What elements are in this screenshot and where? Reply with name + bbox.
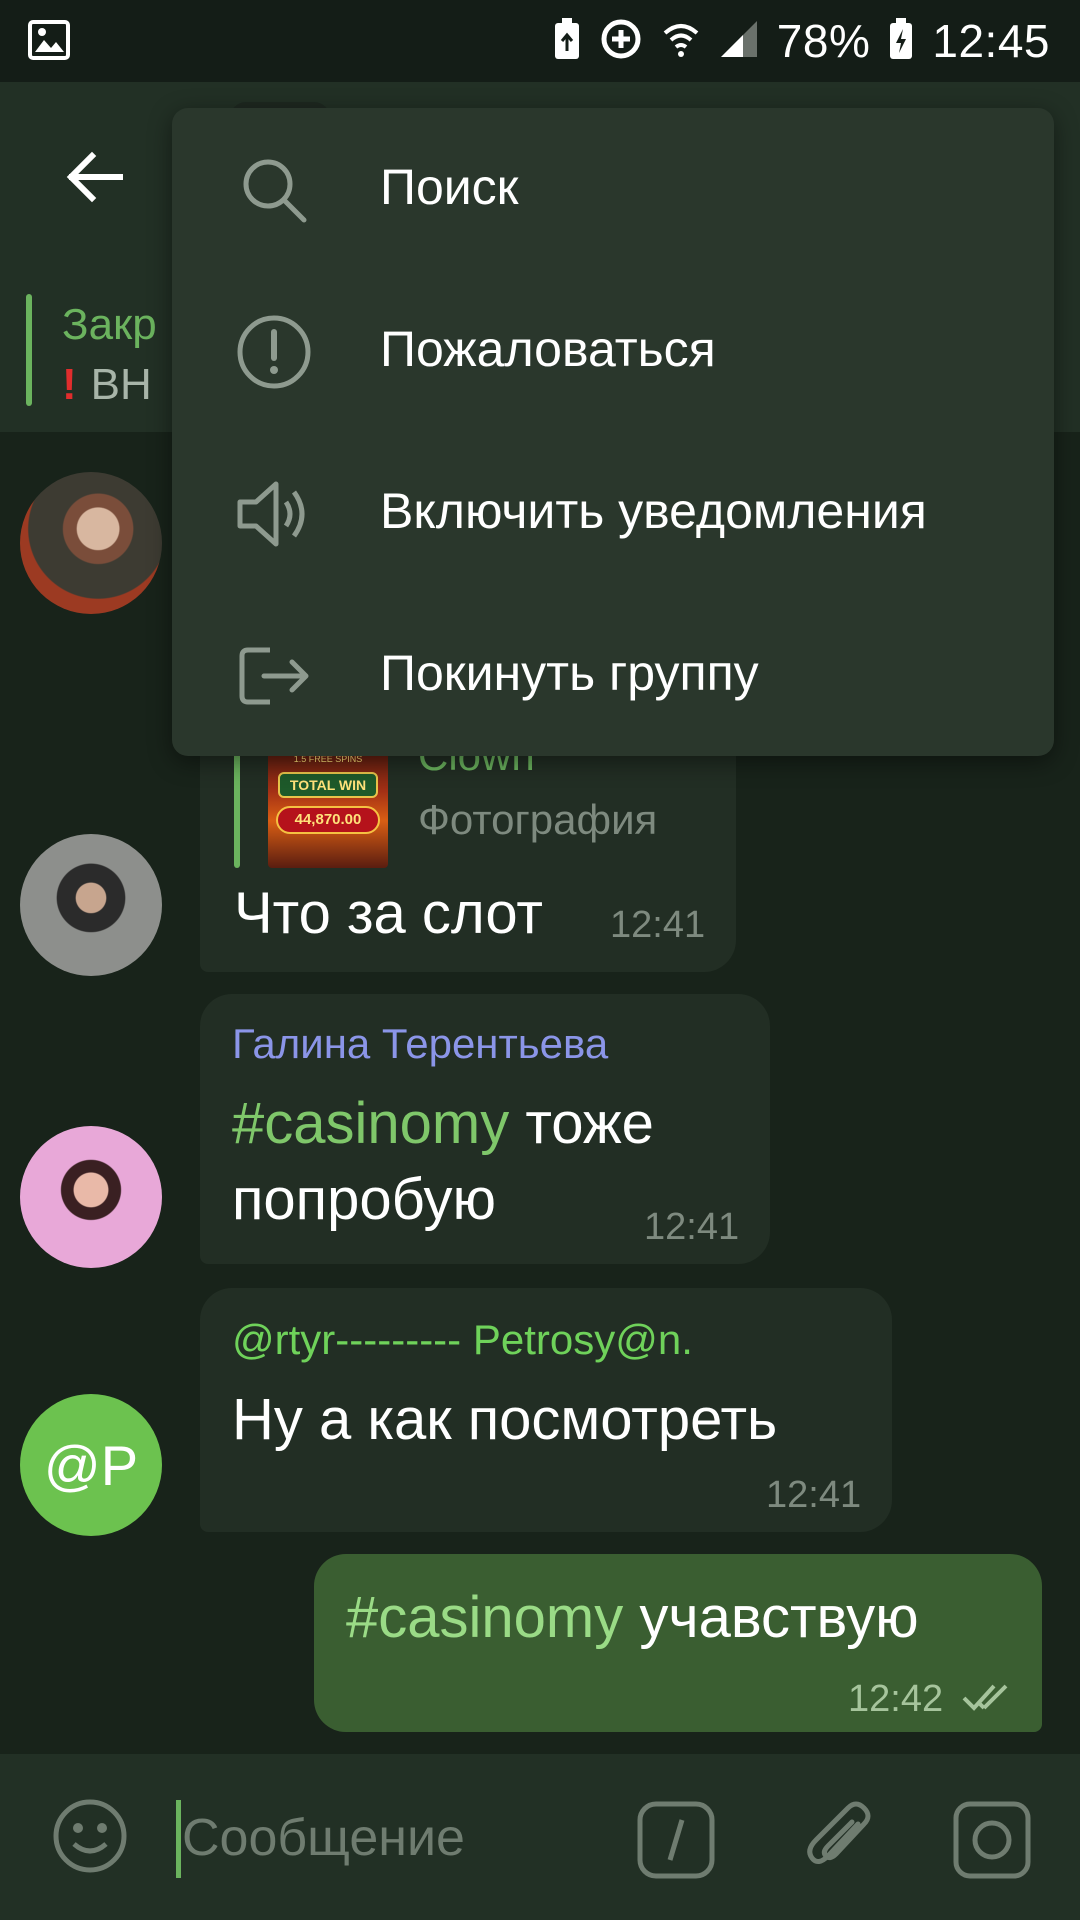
avatar[interactable]: @P: [20, 1394, 162, 1536]
message-input[interactable]: [180, 1796, 610, 1880]
back-button[interactable]: [60, 142, 130, 212]
hashtag-link[interactable]: #casinomy: [346, 1585, 623, 1650]
pinned-title: Закр: [62, 300, 157, 349]
smiley-icon: [53, 1799, 127, 1873]
avatar[interactable]: [20, 834, 162, 976]
sender-name[interactable]: Галина Терентьева: [232, 1020, 608, 1068]
menu-item-leave-group[interactable]: Покинуть группу: [172, 594, 1054, 756]
message-time: 12:42: [848, 1678, 944, 1720]
menu-item-label: Покинуть группу: [380, 645, 759, 701]
menu-item-search[interactable]: Поиск: [172, 108, 1054, 270]
menu-item-label: Пожаловаться: [380, 321, 716, 377]
report-icon: [237, 315, 311, 389]
message-text: Что за слот: [234, 881, 543, 946]
hashtag-link[interactable]: #casinomy: [232, 1091, 509, 1156]
gallery-notification-icon: [28, 20, 70, 65]
message-bubble[interactable]: Галина Терентьева #casinomy тоже попробу…: [200, 994, 770, 1264]
message-text-body: учавствую: [623, 1585, 919, 1650]
battery-icon: [888, 17, 914, 66]
composer-bar: [0, 1754, 1080, 1920]
avatar-initials: @P: [43, 1433, 139, 1497]
message-bubble[interactable]: @rtyr--------- Petrosy@n. Ну а как посмо…: [200, 1288, 892, 1532]
battery-saver-icon: [553, 17, 581, 66]
camera-icon: [953, 1801, 1031, 1879]
data-saver-icon: [599, 17, 643, 66]
battery-percent: 78%: [776, 15, 871, 67]
reply-subtitle: Фотография: [418, 796, 658, 843]
leave-icon: [239, 647, 309, 705]
thumb-banner-text: TOTAL WIN: [278, 772, 378, 798]
pinned-indicator: [26, 294, 32, 406]
slash-command-icon: [637, 1801, 715, 1879]
clock: 12:45: [932, 15, 1050, 67]
bot-command-button[interactable]: [636, 1800, 716, 1885]
avatar[interactable]: [20, 472, 162, 614]
reply-indicator: [234, 748, 240, 868]
attach-button[interactable]: [800, 1794, 880, 1887]
pinned-text-value: ВН: [90, 360, 152, 409]
outgoing-message-bubble[interactable]: #casinomy учавствую 12:42: [314, 1554, 1042, 1732]
emoji-button[interactable]: [50, 1796, 130, 1881]
menu-item-report[interactable]: Пожаловаться: [172, 270, 1054, 432]
message-time: 12:41: [610, 904, 706, 946]
arrow-left-icon: [66, 151, 123, 203]
camera-button[interactable]: [952, 1800, 1032, 1885]
speaker-icon: [237, 481, 305, 547]
avatar[interactable]: [20, 1126, 162, 1268]
thumb-amount-text: 44,870.00: [276, 806, 380, 834]
sender-name[interactable]: @rtyr--------- Petrosy@n.: [232, 1316, 693, 1364]
message-text: #casinomy учавствую: [346, 1584, 919, 1651]
pinned-text: ! ВН: [62, 360, 152, 410]
status-bar: 78% 12:45: [0, 0, 1080, 82]
double-check-icon: [962, 1680, 1020, 1719]
overflow-menu: Поиск Пожаловаться Включить уведомления …: [172, 108, 1054, 756]
signal-icon: [719, 19, 759, 64]
menu-item-label: Поиск: [380, 159, 519, 215]
message-time: 12:41: [644, 1206, 740, 1248]
wifi-icon: [661, 19, 701, 64]
exclamation-icon: !: [62, 360, 77, 409]
search-icon: [243, 159, 307, 223]
reply-thumbnail: 1.5 FREE SPINS TOTAL WIN 44,870.00: [268, 750, 388, 868]
message-time: 12:41: [766, 1474, 862, 1516]
message-text: Ну а как посмотреть: [232, 1387, 778, 1452]
menu-item-label: Включить уведомления: [380, 483, 927, 539]
menu-item-enable-notifications[interactable]: Включить уведомления: [172, 432, 1054, 594]
paperclip-icon: [807, 1801, 871, 1864]
